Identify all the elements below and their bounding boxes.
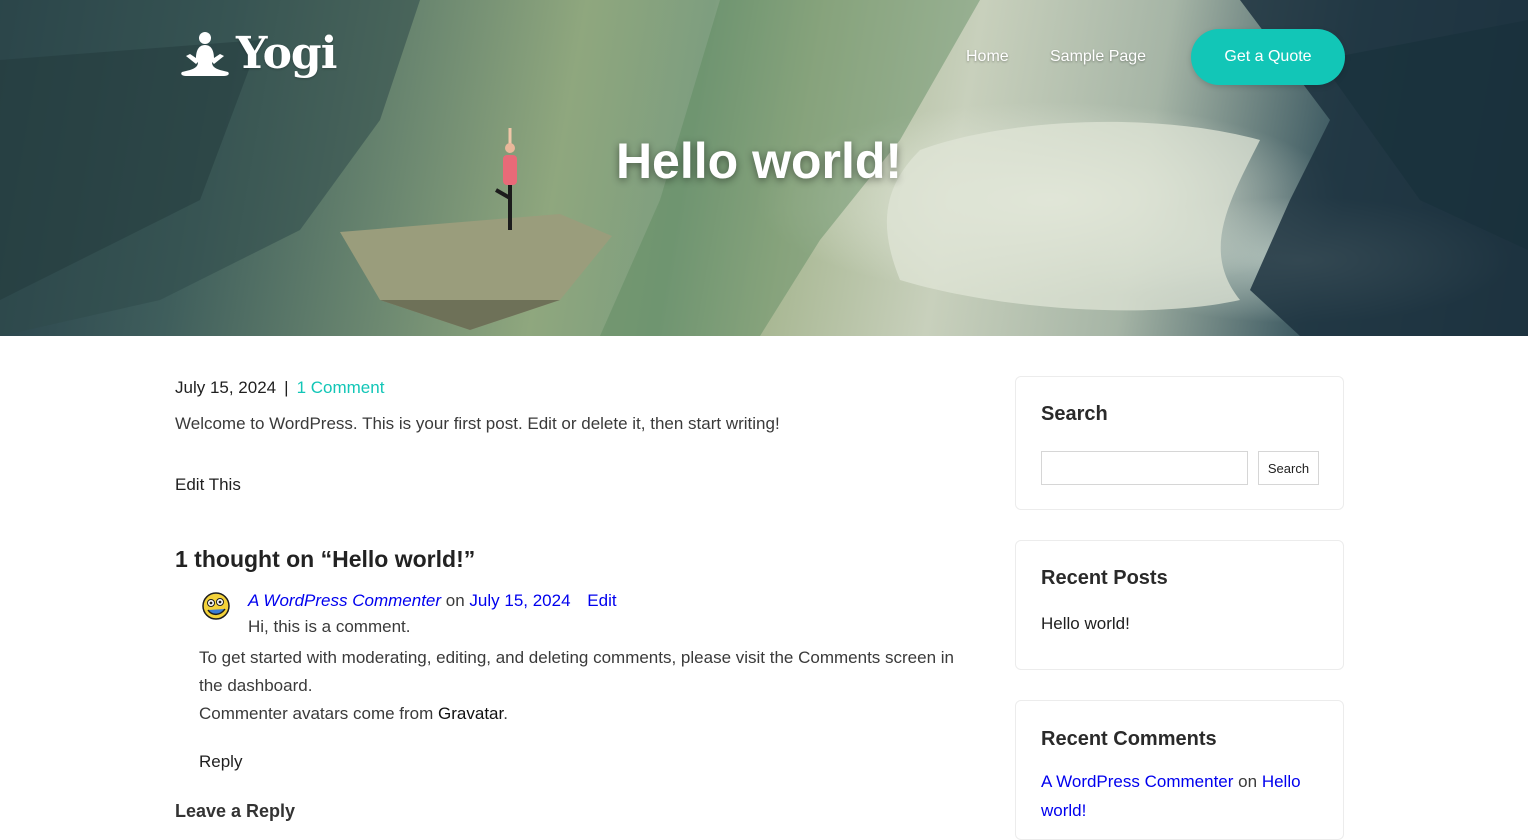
recent-comments-title: Recent Comments [1041,728,1217,750]
comments-heading: 1 thought on “Hello world!” [175,546,476,572]
comment-edit-link[interactable]: Edit [587,591,616,610]
recent-comment-on-word: on [1238,772,1258,791]
recent-posts-title: Recent Posts [1041,567,1168,589]
recent-comment-item: A WordPress Commenter on Hello world! [1041,767,1331,825]
nav-item-home[interactable]: Home [966,48,1009,66]
commenter-avatar [202,592,230,620]
recent-posts-widget: Recent Posts Hello world! [1015,540,1344,670]
search-widget: Search Search [1015,376,1344,510]
get-a-quote-button[interactable]: Get a Quote [1191,29,1345,85]
comment-text-fragment: . [503,704,508,723]
post-meta: July 15, 2024 | 1 Comment [175,378,384,398]
comment-text: To get started with moderating, editing,… [199,644,959,728]
meditation-icon [181,31,229,76]
comment-on-word: on [445,591,465,610]
nav-item-sample-page[interactable]: Sample Page [1050,48,1146,66]
hero-banner: Yogi Home Sample Page Get a Quote Hello … [0,0,1528,336]
search-button[interactable]: Search [1258,451,1319,485]
search-input[interactable] [1041,451,1248,485]
leave-reply-heading: Leave a Reply [175,801,296,821]
comment-text-line: To get started with moderating, editing,… [199,648,954,695]
meta-separator: | [284,378,289,397]
comment-text-line: Hi, this is a comment. [248,617,411,636]
comment-text-line: Commenter avatars come from Gravatar. [199,700,959,728]
comment-date-link[interactable]: July 15, 2024 [469,591,570,610]
comment-text-fragment: Commenter avatars come from [199,704,434,723]
reply-link[interactable]: Reply [199,752,242,772]
site-logo[interactable]: Yogi [178,28,337,79]
edit-post-link[interactable]: Edit This [175,475,241,495]
gravatar-link[interactable]: Gravatar [438,704,503,723]
comment-author-link[interactable]: A WordPress Commenter [248,591,441,610]
recent-comment-author-link[interactable]: A WordPress Commenter [1041,772,1233,791]
post-body-text: Welcome to WordPress. This is your first… [175,414,780,433]
page-title: Hello world! [615,133,903,189]
search-widget-title: Search [1041,403,1108,425]
recent-post-link[interactable]: Hello world! [1041,614,1130,634]
comments-count-link[interactable]: 1 Comment [297,378,385,397]
recent-comments-widget: Recent Comments A WordPress Commenter on… [1015,700,1344,840]
comment-meta: A WordPress Commenter on July 15, 2024 E… [248,591,617,611]
post-date[interactable]: July 15, 2024 [175,378,276,397]
logo-text: Yogi [236,28,337,79]
